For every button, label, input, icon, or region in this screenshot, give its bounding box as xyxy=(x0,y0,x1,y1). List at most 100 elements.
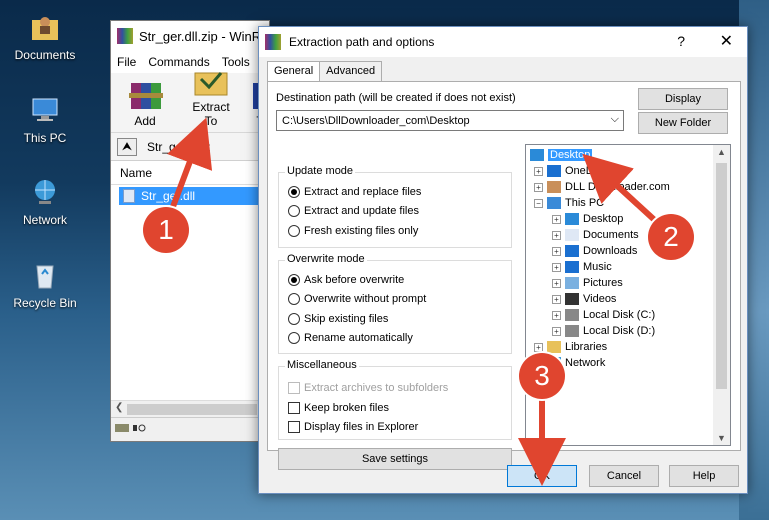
update-mode-title: Update mode xyxy=(285,165,356,177)
option-label: Extract and replace files xyxy=(304,186,422,198)
tree-item[interactable]: + Documents xyxy=(552,227,639,243)
option-label: Extract archives to subfolders xyxy=(304,382,449,394)
tree-item[interactable]: + DLL Downloader.com xyxy=(534,179,670,195)
tree-item-label: Network xyxy=(565,357,606,369)
desktop-icon-recycle-bin[interactable]: Recycle Bin xyxy=(5,258,85,310)
tree-item[interactable]: Desktop xyxy=(530,147,593,163)
file-icon xyxy=(123,189,135,203)
scroll-down-icon[interactable]: ▼ xyxy=(717,433,726,443)
tree-item[interactable]: + OneDrive xyxy=(534,163,611,179)
expand-toggle-icon[interactable]: + xyxy=(552,246,561,256)
expand-toggle-icon[interactable]: + xyxy=(534,166,543,176)
file-list-item[interactable]: Str_ger.dll xyxy=(119,187,259,205)
checkbox-keep-broken-files[interactable]: Keep broken files xyxy=(288,402,389,414)
tree-item[interactable]: + Videos xyxy=(552,291,616,307)
tab-general[interactable]: General xyxy=(267,61,321,82)
menu-file[interactable]: File xyxy=(111,55,142,69)
folder-tree[interactable]: Desktop + OneDrive + DLL Downloader.com − This… xyxy=(525,144,731,446)
scrollbar-thumb[interactable] xyxy=(127,404,257,415)
scroll-left-icon[interactable]: ❮ xyxy=(115,402,123,413)
expand-toggle-icon[interactable]: + xyxy=(552,326,561,336)
desktop-icon-documents[interactable]: Documents xyxy=(5,10,85,62)
radio-button[interactable] xyxy=(288,313,300,325)
help-icon[interactable]: ? xyxy=(677,33,685,49)
column-header-name[interactable]: Name xyxy=(111,161,269,185)
desktop-icon-this-pc[interactable]: This PC xyxy=(5,93,85,145)
save-settings-button[interactable]: Save settings xyxy=(278,448,512,470)
expand-toggle-icon[interactable]: + xyxy=(552,214,561,224)
radio-overwrite-without-prompt[interactable]: Overwrite without prompt xyxy=(288,293,426,305)
destination-path-combobox[interactable]: C:\Users\DllDownloader_com\Desktop ⌵ xyxy=(276,110,624,131)
tree-item[interactable]: + Local Disk (C:) xyxy=(552,307,655,323)
expand-toggle-icon[interactable]: − xyxy=(534,198,543,208)
desktop-icon xyxy=(565,213,579,225)
expand-toggle-icon[interactable]: + xyxy=(552,310,561,320)
winrar-app-icon xyxy=(265,34,281,50)
expand-toggle-icon[interactable]: + xyxy=(552,262,561,272)
tree-item[interactable]: + Music xyxy=(552,259,612,275)
winrar-title-bar[interactable]: Str_ger.dll.zip - WinR xyxy=(111,21,269,51)
cancel-button[interactable]: Cancel xyxy=(589,465,659,487)
radio-rename-automatically[interactable]: Rename automatically xyxy=(288,332,413,344)
tree-item[interactable]: + Downloads xyxy=(552,243,637,259)
step-3-badge: 3 xyxy=(519,353,565,399)
option-label: Ask before overwrite xyxy=(304,274,405,286)
computer-icon xyxy=(28,93,62,127)
dialog-tabs: General Advanced xyxy=(267,61,383,82)
tree-item[interactable]: + Local Disk (D:) xyxy=(552,323,655,339)
videos-icon xyxy=(565,293,579,305)
up-folder-button[interactable]: ⮝ xyxy=(117,137,137,156)
radio-button[interactable] xyxy=(288,293,300,305)
drive-icon xyxy=(565,309,579,321)
overwrite-mode-title: Overwrite mode xyxy=(285,253,367,265)
tree-item-label: Downloads xyxy=(583,245,638,257)
expand-toggle-icon[interactable]: + xyxy=(552,294,561,304)
add-button[interactable]: Add xyxy=(121,79,169,132)
ok-button[interactable]: OK xyxy=(507,465,577,487)
tab-advanced[interactable]: Advanced xyxy=(319,61,383,81)
tree-item-label: This PC xyxy=(565,197,605,209)
general-tab-page: Destination path (will be created if doe… xyxy=(267,81,741,470)
help-button[interactable]: Help xyxy=(669,465,739,487)
winrar-app-icon xyxy=(117,28,133,44)
desktop-icon-network[interactable]: Network xyxy=(5,175,85,227)
radio-extract-update[interactable]: Extract and update files xyxy=(288,205,419,217)
extract-to-button[interactable]: Extract To xyxy=(187,65,235,132)
pictures-icon xyxy=(565,277,579,289)
radio-button[interactable] xyxy=(288,205,300,217)
computer-icon xyxy=(547,197,561,209)
new-folder-button[interactable]: New Folder xyxy=(638,112,728,134)
vertical-scrollbar[interactable]: ▲ ▼ xyxy=(713,145,730,445)
radio-button[interactable] xyxy=(288,225,300,237)
checkbox-display-in-explorer[interactable]: Display files in Explorer xyxy=(288,421,418,433)
radio-button[interactable] xyxy=(288,332,300,344)
checkbox[interactable] xyxy=(288,421,300,433)
checkbox[interactable] xyxy=(288,402,300,414)
desktop-icon xyxy=(530,149,544,161)
tree-item-label: Documents xyxy=(583,229,639,241)
scroll-up-icon[interactable]: ▲ xyxy=(717,147,726,157)
radio-ask-before-overwrite[interactable]: Ask before overwrite xyxy=(288,274,404,286)
expand-toggle-icon[interactable]: + xyxy=(534,342,543,352)
tree-item[interactable]: − This PC xyxy=(534,195,604,211)
radio-extract-replace[interactable]: Extract and replace files xyxy=(288,186,421,198)
horizontal-scrollbar[interactable]: ❮ xyxy=(111,400,269,417)
radio-skip-existing[interactable]: Skip existing files xyxy=(288,313,388,325)
dialog-title-bar[interactable]: Extraction path and options ? ✕ xyxy=(259,27,747,57)
libraries-icon xyxy=(547,341,561,353)
radio-button[interactable] xyxy=(288,274,300,286)
chevron-down-icon[interactable]: ⌵ xyxy=(611,113,619,126)
winrar-title: Str_ger.dll.zip - WinR xyxy=(139,28,262,44)
expand-toggle-icon[interactable]: + xyxy=(534,182,543,192)
expand-toggle-icon[interactable]: + xyxy=(552,230,561,240)
expand-toggle-icon[interactable]: + xyxy=(552,278,561,288)
archive-add-icon xyxy=(125,79,165,111)
tree-item[interactable]: + Desktop xyxy=(552,211,623,227)
scrollbar-thumb[interactable] xyxy=(716,163,727,389)
radio-button[interactable] xyxy=(288,186,300,198)
display-button[interactable]: Display xyxy=(638,88,728,110)
close-icon[interactable]: ✕ xyxy=(720,31,733,51)
tree-item[interactable]: + Pictures xyxy=(552,275,623,291)
archive-path[interactable]: Str_ger.dll.z xyxy=(147,140,210,154)
radio-fresh-existing[interactable]: Fresh existing files only xyxy=(288,225,418,237)
